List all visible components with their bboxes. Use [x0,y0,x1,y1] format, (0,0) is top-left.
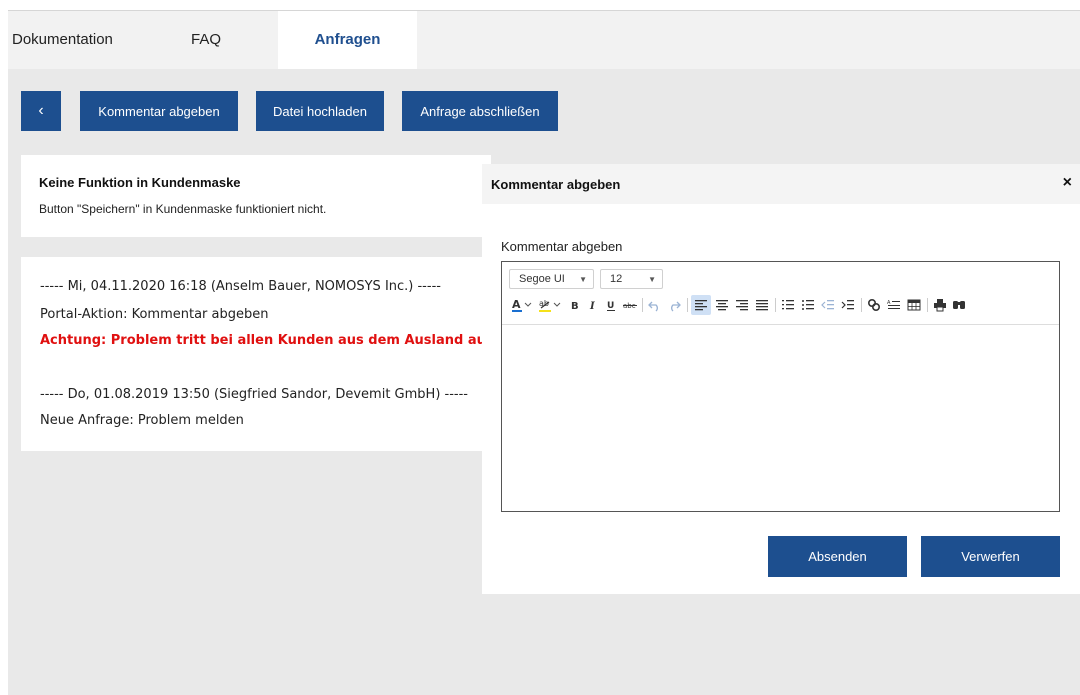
link-icon[interactable] [865,295,883,315]
comment-textarea[interactable] [502,325,1059,511]
font-family-value: Segoe UI [519,273,565,285]
toolbar-separator [642,298,643,312]
chevron-down-icon: ▼ [648,274,656,284]
tab-faq[interactable]: FAQ [191,11,251,69]
svg-text:B: B [571,301,579,312]
send-button[interactable]: Absenden [768,536,907,577]
request-summary-card: Keine Funktion in Kundenmaske Button "Sp… [21,155,491,237]
underline-icon[interactable]: U [603,295,619,315]
request-description: Button "Speichern" in Kundenmaske funkti… [39,202,327,216]
add-comment-button[interactable]: Kommentar abgeben [80,91,238,131]
comment-dialog: Kommentar abgeben × Kommentar abgeben Se… [482,164,1080,594]
editor-toolbar: Segoe UI ▼ 12 ▼ A ab B I U A [502,262,1059,325]
toolbar-separator [687,298,688,312]
table-icon[interactable] [905,295,923,315]
request-history-card: ----- Mi, 04.11.2020 16:18 (Anselm Bauer… [21,257,497,451]
numbered-list-icon[interactable] [779,295,797,315]
dialog-title: Kommentar abgeben [491,177,621,192]
highlight-color-icon[interactable]: ab [537,295,563,315]
toolbar-separator [927,298,928,312]
tab-bar: Dokumentation FAQ Anfragen [8,11,1080,69]
text-color-icon[interactable]: A [510,295,534,315]
svg-text:A: A [512,298,521,311]
outdent-icon[interactable] [819,295,837,315]
rich-text-editor: Segoe UI ▼ 12 ▼ A ab B I U A [501,261,1060,512]
font-family-select[interactable]: Segoe UI ▼ [509,269,594,289]
request-title: Keine Funktion in Kundenmaske [39,175,241,190]
comment-field-label: Kommentar abgeben [501,239,623,254]
bullet-list-icon[interactable] [799,295,817,315]
history-entry-alert: Achtung: Problem tritt bei allen Kunden … [40,333,498,348]
close-icon[interactable]: × [1063,174,1072,192]
dialog-header: Kommentar abgeben × [482,164,1080,204]
chevron-left-icon: ‹ [38,102,44,119]
discard-button[interactable]: Verwerfen [921,536,1060,577]
paragraph-format-icon[interactable]: A [885,295,903,315]
upload-file-button[interactable]: Datei hochladen [256,91,384,131]
find-icon[interactable] [950,295,968,315]
redo-icon[interactable] [665,295,683,315]
history-entry-header: ----- Do, 01.08.2019 13:50 (Siegfried Sa… [40,387,468,402]
align-justify-icon[interactable] [753,295,771,315]
history-entry-action: Neue Anfrage: Problem melden [40,413,244,428]
align-right-icon[interactable] [733,295,751,315]
tab-requests[interactable]: Anfragen [278,11,417,69]
back-button[interactable]: ‹ [21,91,61,131]
print-icon[interactable] [931,295,949,315]
strikethrough-icon[interactable]: abc [621,295,639,315]
font-size-select[interactable]: 12 ▼ [600,269,663,289]
align-center-icon[interactable] [713,295,731,315]
svg-text:U: U [607,301,614,311]
align-left-icon[interactable] [691,295,711,315]
svg-text:I: I [589,301,595,312]
undo-icon[interactable] [646,295,664,315]
font-size-value: 12 [610,273,623,285]
close-request-button[interactable]: Anfrage abschließen [402,91,558,131]
bold-icon[interactable]: B [567,295,583,315]
history-entry-header: ----- Mi, 04.11.2020 16:18 (Anselm Bauer… [40,279,441,294]
indent-icon[interactable] [839,295,857,315]
app-container: Dokumentation FAQ Anfragen ‹ Kommentar a… [8,10,1080,695]
history-entry-action: Portal-Aktion: Kommentar abgeben [40,307,269,322]
italic-icon[interactable]: I [585,295,601,315]
toolbar-separator [775,298,776,312]
toolbar-separator [861,298,862,312]
chevron-down-icon: ▼ [579,274,587,284]
tab-documentation[interactable]: Dokumentation [10,11,150,69]
